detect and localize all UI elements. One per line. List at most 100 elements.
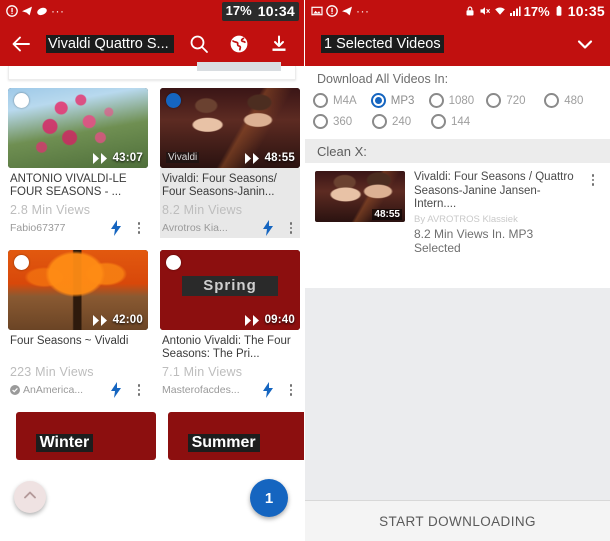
kebab-menu-icon[interactable] xyxy=(284,220,298,236)
radio-circle-icon[interactable] xyxy=(372,114,387,129)
signal-icon xyxy=(509,5,521,17)
format-label: 360 xyxy=(333,115,353,128)
thumbnail-overlay-text: Winter xyxy=(35,434,94,452)
mute-icon xyxy=(479,5,491,17)
select-checkbox[interactable] xyxy=(166,255,181,270)
telegram-icon xyxy=(21,5,33,17)
battery-percent: 17% xyxy=(523,3,550,19)
select-checkbox[interactable] xyxy=(14,93,29,108)
video-card-1[interactable]: Vivaldi 48:55 Vivaldi: Four Seasons/ Fou… xyxy=(160,88,300,238)
video-thumbnail[interactable]: 43:07 xyxy=(8,88,148,168)
selected-count-badge[interactable]: 1 xyxy=(250,479,288,517)
right-pane-download-dialog: ··· 17% 10:35 1 Selected Videos Download… xyxy=(305,0,610,541)
kebab-menu-icon[interactable] xyxy=(284,382,298,398)
duration-badge: 09:40 xyxy=(244,314,295,326)
search-query-field[interactable]: Vivaldi Quattro S... xyxy=(46,35,174,53)
download-icon[interactable] xyxy=(268,33,290,55)
duration-text: 48:55 xyxy=(372,209,402,220)
format-option-1080[interactable]: 1080 xyxy=(428,93,487,108)
format-option-720[interactable]: 720 xyxy=(486,93,544,108)
thumbnail-overlay-text: Summer xyxy=(187,434,260,452)
fast-forward-icon xyxy=(92,152,109,164)
video-card-4[interactable]: Winter xyxy=(16,412,156,460)
right-app-bar: 1 Selected Videos xyxy=(305,22,610,66)
video-card-3[interactable]: Spring 09:40 Antonio Vivaldi: The Four S… xyxy=(160,250,300,400)
chevron-down-icon[interactable] xyxy=(574,33,596,55)
clean-bar[interactable]: Clean X: xyxy=(305,139,610,163)
radio-circle-icon[interactable] xyxy=(313,114,328,129)
kebab-menu-icon[interactable] xyxy=(132,382,146,398)
video-thumbnail[interactable]: Vivaldi 48:55 xyxy=(160,88,300,168)
video-meta: ANTONIO VIVALDI-LE FOUR SEASONS - ... 2.… xyxy=(8,168,148,238)
quick-download-icon[interactable] xyxy=(262,220,274,236)
duration-text: 48:55 xyxy=(264,152,295,164)
video-views: 2.8 Min Views xyxy=(10,203,91,217)
format-row-2: 360 240 144 xyxy=(313,111,602,132)
video-title: Vivaldi: Four Seasons/ Four Seasons-Jani… xyxy=(162,173,277,198)
radio-circle-icon[interactable] xyxy=(486,93,502,108)
format-option-m4a[interactable]: M4A xyxy=(313,93,371,108)
duration-text: 42:00 xyxy=(112,314,143,326)
channel-name: Avrotros Kia... xyxy=(162,222,228,234)
format-option-144[interactable]: 144 xyxy=(431,114,490,129)
start-downloading-button[interactable]: START DOWNLOADING xyxy=(305,500,610,541)
video-thumbnail[interactable]: Winter xyxy=(16,412,156,460)
start-downloading-label: START DOWNLOADING xyxy=(379,513,536,529)
duration-text: 09:40 xyxy=(264,314,295,326)
video-views: 7.1 Min Views xyxy=(162,365,243,379)
video-card-0[interactable]: 43:07 ANTONIO VIVALDI-LE FOUR SEASONS - … xyxy=(8,88,148,238)
format-option-240[interactable]: 240 xyxy=(372,114,431,129)
screenshot-root: ··· 17% 10:34 Vivaldi Quattro S... 43:07… xyxy=(0,0,610,541)
search-icon[interactable] xyxy=(188,33,210,55)
image-icon xyxy=(311,5,323,17)
kebab-menu-icon[interactable] xyxy=(586,171,600,186)
channel-name: AnAmerica... xyxy=(23,384,84,396)
left-app-bar: Vivaldi Quattro S... xyxy=(0,22,304,66)
video-thumbnail[interactable]: Summer xyxy=(168,412,304,460)
format-radio-group: M4A MP3 1080 720 480 360 240 144 xyxy=(305,90,610,132)
video-card-5[interactable]: Summer xyxy=(168,412,304,460)
video-title: ANTONIO VIVALDI-LE FOUR SEASONS - ... xyxy=(10,173,127,198)
video-card-2[interactable]: 42:00 Four Seasons ~ Vivaldi 223 Min Vie… xyxy=(8,250,148,400)
download-item-title: Vivaldi: Four Seasons / Quattro Seasons-… xyxy=(414,171,574,210)
download-item-thumbnail: 48:55 xyxy=(315,171,405,222)
radio-circle-icon[interactable] xyxy=(313,93,328,108)
download-list-item[interactable]: 48:55 Vivaldi: Four Seasons / Quattro Se… xyxy=(305,163,610,263)
format-option-480[interactable]: 480 xyxy=(544,93,602,108)
empty-list-area xyxy=(305,288,610,500)
video-thumbnail[interactable]: 42:00 xyxy=(8,250,148,330)
status-bar-right: 17% 10:34 xyxy=(221,1,299,21)
channel-name: Fabio67377 xyxy=(10,222,66,234)
clock-time: 10:35 xyxy=(567,3,605,19)
quick-download-icon[interactable] xyxy=(110,220,122,236)
globe-icon[interactable] xyxy=(228,33,250,55)
select-checkbox[interactable] xyxy=(166,93,181,108)
radio-circle-icon[interactable] xyxy=(370,93,386,108)
format-label: 1080 xyxy=(448,94,475,107)
clean-label: Clean X: xyxy=(317,143,367,159)
telegram-icon xyxy=(341,5,353,17)
scroll-to-top-button[interactable] xyxy=(14,481,46,513)
format-option-mp3[interactable]: MP3 xyxy=(370,93,429,108)
kebab-menu-icon[interactable] xyxy=(132,220,146,236)
video-meta: Four Seasons ~ Vivaldi 223 Min Views AnA… xyxy=(8,330,148,400)
thumbnail-overlay-text: Vivaldi xyxy=(166,152,200,163)
quick-download-icon[interactable] xyxy=(262,382,274,398)
battery-icon xyxy=(553,5,565,17)
selected-videos-title: 1 Selected Videos xyxy=(321,35,444,53)
video-row-partial: Winter Summer xyxy=(0,412,304,460)
left-status-bar: ··· 17% 10:34 xyxy=(0,0,304,22)
quick-download-icon[interactable] xyxy=(110,382,122,398)
video-thumbnail[interactable]: Spring 09:40 xyxy=(160,250,300,330)
back-arrow-icon[interactable] xyxy=(10,33,32,55)
select-checkbox[interactable] xyxy=(14,255,29,270)
radio-circle-icon[interactable] xyxy=(544,93,560,108)
radio-circle-icon[interactable] xyxy=(428,93,444,108)
partial-thumbnail xyxy=(197,62,281,71)
video-row: 43:07 ANTONIO VIVALDI-LE FOUR SEASONS - … xyxy=(8,88,300,238)
more-icon: ··· xyxy=(356,4,370,18)
wifi-icon xyxy=(494,5,506,17)
status-bar-right: 17% 10:35 xyxy=(464,3,605,19)
radio-circle-icon[interactable] xyxy=(431,114,446,129)
format-option-360[interactable]: 360 xyxy=(313,114,372,129)
